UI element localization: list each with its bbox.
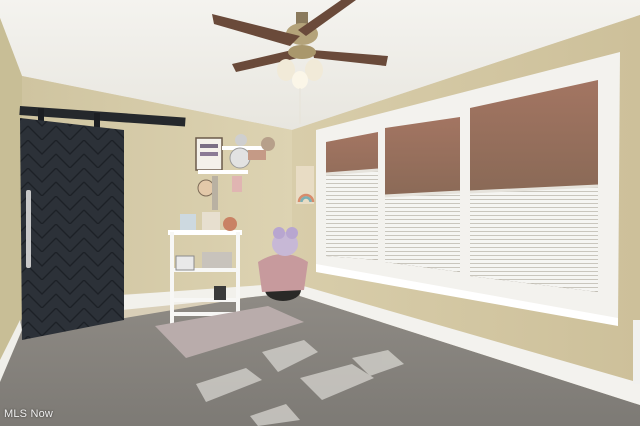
- barn-door: [20, 118, 124, 340]
- room-photo: MLS Now: [0, 0, 640, 426]
- mls-watermark: MLS Now: [4, 408, 54, 420]
- barn-door-handle: [26, 190, 31, 268]
